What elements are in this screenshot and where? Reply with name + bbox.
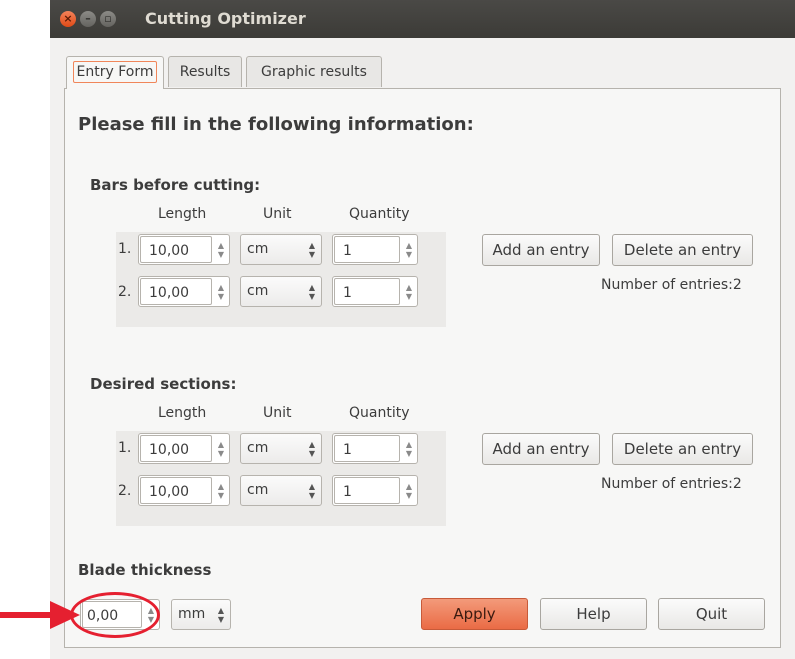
bars-row-2-quantity-spinner[interactable]: 1 ▲ ▼	[332, 276, 418, 307]
sections-add-entry-button[interactable]: Add an entry	[482, 433, 600, 465]
quit-button[interactable]: Quit	[658, 598, 765, 630]
sections-row-1-number: 1.	[118, 440, 132, 456]
help-button[interactable]: Help	[540, 598, 647, 630]
spin-down-icon[interactable]: ▼	[218, 449, 224, 458]
bars-length-header: Length	[158, 206, 207, 222]
spin-down-icon[interactable]: ▼	[406, 292, 412, 301]
sections-heading: Desired sections:	[90, 375, 237, 393]
bars-row-1-quantity-value[interactable]: 1	[334, 236, 400, 263]
bars-row-2-number: 2.	[118, 284, 132, 300]
bars-row-1-length-spinner[interactable]: 10,00 ▲ ▼	[138, 234, 230, 265]
sections-length-header: Length	[158, 405, 207, 421]
sections-row-2-length-value[interactable]: 10,00	[140, 477, 212, 504]
sections-row-2-unit-select[interactable]: cm ▲ ▼	[240, 475, 322, 506]
sections-row-1-unit-select[interactable]: cm ▲ ▼	[240, 433, 322, 464]
spin-up-icon[interactable]: ▲	[218, 283, 224, 292]
sections-unit-header: Unit	[263, 405, 292, 421]
bars-row-1-unit-select[interactable]: cm ▲ ▼	[240, 234, 322, 265]
sections-entry-count: Number of entries:2	[601, 476, 742, 492]
bars-row-1-length-value[interactable]: 10,00	[140, 236, 212, 263]
title-bar: × – ▫ Cutting Optimizer	[50, 0, 795, 38]
bars-row-2-length-spinner[interactable]: 10,00 ▲ ▼	[138, 276, 230, 307]
spin-up-icon[interactable]: ▲	[218, 440, 224, 449]
blade-heading: Blade thickness	[78, 561, 212, 579]
sections-row-1-quantity-spinner[interactable]: 1 ▲ ▼	[332, 433, 418, 464]
red-circle-annotation	[70, 592, 160, 638]
spin-down-icon[interactable]: ▼	[406, 491, 412, 500]
spin-down-icon[interactable]: ▼	[406, 250, 412, 259]
spin-up-icon[interactable]: ▲	[218, 241, 224, 250]
maximize-icon[interactable]: ▫	[100, 11, 116, 27]
bars-heading: Bars before cutting:	[90, 176, 261, 194]
bars-quantity-header: Quantity	[349, 206, 410, 222]
bars-entry-count: Number of entries:2	[601, 277, 742, 293]
sections-row-2-quantity-spinner[interactable]: 1 ▲ ▼	[332, 475, 418, 506]
bars-row-2-length-value[interactable]: 10,00	[140, 278, 212, 305]
bars-unit-header: Unit	[263, 206, 292, 222]
sections-row-1-length-spinner[interactable]: 10,00 ▲ ▼	[138, 433, 230, 464]
bars-add-entry-button[interactable]: Add an entry	[482, 234, 600, 266]
sections-row-2-length-spinner[interactable]: 10,00 ▲ ▼	[138, 475, 230, 506]
bars-row-1-number: 1.	[118, 241, 132, 257]
window-title: Cutting Optimizer	[145, 9, 306, 28]
apply-button[interactable]: Apply	[421, 598, 528, 630]
bars-row-2-unit-select[interactable]: cm ▲ ▼	[240, 276, 322, 307]
blade-unit-select[interactable]: mm ▲ ▼	[171, 599, 231, 630]
sections-delete-entry-button[interactable]: Delete an entry	[612, 433, 753, 465]
spin-up-icon[interactable]: ▲	[406, 283, 412, 292]
tab-graphic-results[interactable]: Graphic results	[246, 56, 382, 87]
updown-icon: ▲ ▼	[308, 283, 315, 301]
form-heading: Please fill in the following information…	[78, 114, 474, 135]
tab-results[interactable]: Results	[168, 56, 242, 87]
close-icon[interactable]: ×	[60, 11, 76, 27]
spin-down-icon[interactable]: ▼	[406, 449, 412, 458]
spin-up-icon[interactable]: ▲	[406, 482, 412, 491]
spin-up-icon[interactable]: ▲	[218, 482, 224, 491]
spin-up-icon[interactable]: ▲	[406, 241, 412, 250]
tab-entry-form[interactable]: Entry Form	[66, 56, 164, 89]
sections-quantity-header: Quantity	[349, 405, 410, 421]
updown-icon: ▲ ▼	[308, 241, 315, 259]
spin-down-icon[interactable]: ▼	[218, 250, 224, 259]
spin-down-icon[interactable]: ▼	[218, 292, 224, 301]
bars-delete-entry-button[interactable]: Delete an entry	[612, 234, 753, 266]
minimize-icon[interactable]: –	[80, 11, 96, 27]
sections-row-2-number: 2.	[118, 483, 132, 499]
spin-down-icon[interactable]: ▼	[218, 491, 224, 500]
spin-up-icon[interactable]: ▲	[406, 440, 412, 449]
updown-icon: ▲ ▼	[308, 440, 315, 458]
sections-row-1-length-value[interactable]: 10,00	[140, 435, 212, 462]
bars-row-2-quantity-value[interactable]: 1	[334, 278, 400, 305]
sections-row-2-quantity-value[interactable]: 1	[334, 477, 400, 504]
updown-icon: ▲ ▼	[308, 482, 315, 500]
bars-row-1-quantity-spinner[interactable]: 1 ▲ ▼	[332, 234, 418, 265]
updown-icon: ▲ ▼	[217, 606, 224, 624]
app-window: × – ▫ Cutting Optimizer Entry Form Resul…	[50, 0, 795, 659]
sections-row-1-quantity-value[interactable]: 1	[334, 435, 400, 462]
